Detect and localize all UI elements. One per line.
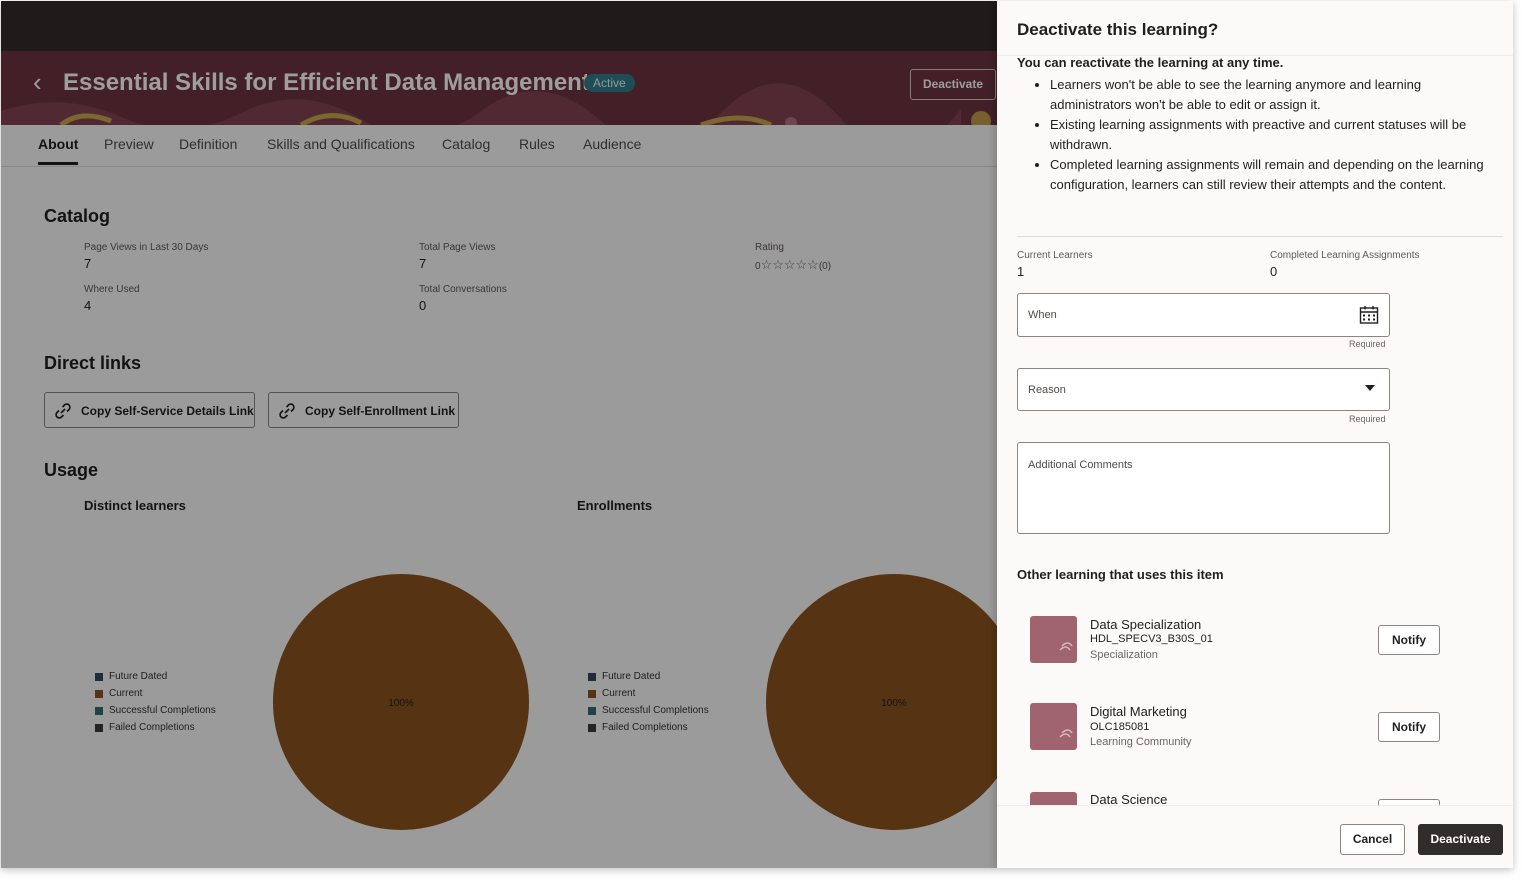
when-label: When	[1028, 309, 1057, 321]
app-frame: ‹ Essential Skills for Efficient Data Ma…	[1, 1, 1513, 868]
when-required-hint: Required	[1349, 339, 1386, 349]
bullet-item: Completed learning assignments will rema…	[1050, 155, 1487, 195]
confirm-deactivate-button[interactable]: Deactivate	[1418, 824, 1503, 855]
thumbnail-pattern	[1059, 642, 1073, 651]
drawer-title: Deactivate this learning?	[1017, 20, 1219, 39]
item-code: OLC185081	[1090, 721, 1150, 733]
item-type: Specialization	[1090, 649, 1158, 661]
cancel-button[interactable]: Cancel	[1340, 824, 1405, 855]
reason-select[interactable]: Reason	[1017, 368, 1390, 411]
item-type: Learning Community	[1090, 736, 1192, 748]
thumbnail-pattern	[1059, 729, 1073, 738]
additional-comments-label: Additional Comments	[1028, 459, 1133, 471]
reason-label: Reason	[1028, 384, 1066, 396]
notify-button[interactable]: Notify	[1378, 712, 1440, 742]
chevron-down-icon[interactable]	[1365, 385, 1375, 391]
item-name[interactable]: Data Science	[1090, 792, 1167, 805]
bullet-item: Learners won't be able to see the learni…	[1050, 75, 1487, 115]
item-name[interactable]: Data Specialization	[1090, 617, 1201, 632]
other-learning-title: Other learning that uses this item	[1017, 567, 1224, 582]
when-date-field[interactable]: When	[1017, 293, 1390, 337]
item-name[interactable]: Digital Marketing	[1090, 704, 1187, 719]
drawer-header: Deactivate this learning?	[997, 1, 1513, 56]
drawer-footer: Cancel Deactivate	[997, 805, 1513, 868]
calendar-icon[interactable]	[1359, 305, 1379, 325]
drawer-body[interactable]: You can reactivate the learning at any t…	[997, 55, 1513, 805]
current-learners-value: 1	[1017, 264, 1025, 279]
drawer-bullet-list: Learners won't be able to see the learni…	[1017, 75, 1487, 195]
item-thumbnail	[1030, 703, 1077, 750]
item-code: HDL_SPECV3_B30S_01	[1090, 633, 1213, 645]
bullet-item: Existing learning assignments with preac…	[1050, 115, 1487, 155]
deactivate-drawer: Deactivate this learning? You can reacti…	[997, 1, 1513, 868]
item-thumbnail	[1030, 616, 1077, 663]
current-learners-label: Current Learners	[1017, 250, 1093, 261]
additional-comments-field[interactable]: Additional Comments	[1017, 442, 1390, 534]
completed-assignments-value: 0	[1270, 264, 1278, 279]
reason-required-hint: Required	[1349, 414, 1386, 424]
drawer-lead-text: You can reactivate the learning at any t…	[1017, 55, 1284, 70]
notify-button[interactable]: Notify	[1378, 625, 1440, 655]
item-thumbnail	[1030, 792, 1077, 805]
completed-assignments-label: Completed Learning Assignments	[1270, 250, 1420, 261]
divider	[1017, 236, 1503, 237]
